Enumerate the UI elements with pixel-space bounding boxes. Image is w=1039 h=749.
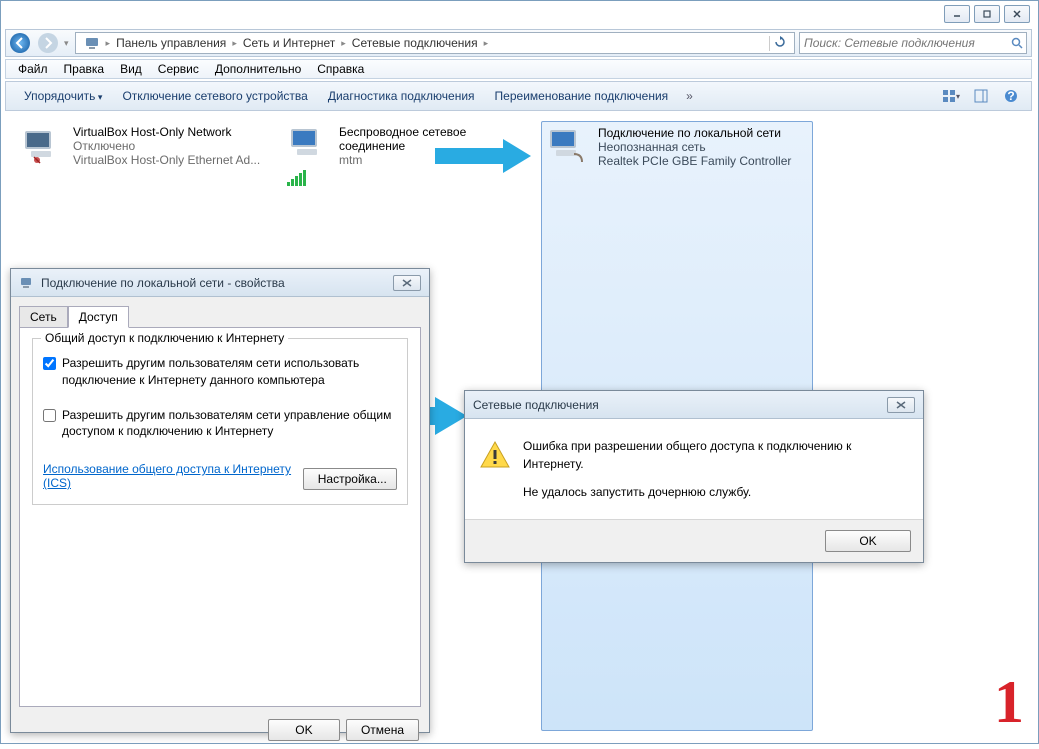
error-text-2: Не удалось запустить дочернюю службу. xyxy=(523,483,909,501)
close-button[interactable] xyxy=(393,275,421,291)
rename-button[interactable]: Переименование подключения xyxy=(485,85,679,107)
diagnose-button[interactable]: Диагностика подключения xyxy=(318,85,485,107)
search-icon xyxy=(1008,37,1026,49)
command-toolbar: Упорядочить Отключение сетевого устройст… xyxy=(5,81,1032,111)
network-adapter-icon xyxy=(546,126,588,166)
connection-name: Подключение по локальной сети xyxy=(598,126,791,140)
chevron-right-icon: ▸ xyxy=(230,38,239,49)
refresh-button[interactable] xyxy=(769,36,790,51)
navigation-bar: ▾ ▸ Панель управления ▸ Сеть и Интернет … xyxy=(5,29,1032,57)
help-button[interactable]: ? xyxy=(999,85,1023,107)
cancel-button[interactable]: Отмена xyxy=(346,719,419,741)
disable-device-button[interactable]: Отключение сетевого устройства xyxy=(112,85,317,107)
dialog-title: Сетевые подключения xyxy=(473,398,887,412)
allow-control-checkbox[interactable] xyxy=(43,409,56,422)
menu-edit[interactable]: Правка xyxy=(58,60,111,78)
network-icon xyxy=(19,275,35,291)
close-button[interactable] xyxy=(887,397,915,413)
dialog-title: Подключение по локальной сети - свойства xyxy=(41,276,393,290)
view-options-button[interactable]: ▾ xyxy=(939,85,963,107)
ok-button[interactable]: OK xyxy=(825,530,911,552)
properties-dialog: Подключение по локальной сети - свойства… xyxy=(10,268,430,733)
warning-icon xyxy=(479,439,511,471)
signal-strength-icon xyxy=(287,172,329,186)
chevron-right-icon: ▸ xyxy=(339,38,348,49)
search-box[interactable] xyxy=(799,32,1027,54)
svg-text:?: ? xyxy=(1007,89,1014,103)
tab-access[interactable]: Доступ xyxy=(68,306,129,328)
menu-tools[interactable]: Сервис xyxy=(152,60,205,78)
network-adapter-icon xyxy=(287,125,329,165)
organize-button[interactable]: Упорядочить xyxy=(14,85,112,107)
maximize-button[interactable] xyxy=(974,5,1000,23)
group-title: Общий доступ к подключению к Интернету xyxy=(41,331,288,345)
close-button[interactable] xyxy=(1004,5,1030,23)
window-controls xyxy=(944,5,1030,23)
menu-view[interactable]: Вид xyxy=(114,60,148,78)
network-adapter-icon xyxy=(21,125,63,165)
minimize-button[interactable] xyxy=(944,5,970,23)
forward-button[interactable] xyxy=(34,30,62,56)
menu-bar: Файл Правка Вид Сервис Дополнительно Спр… xyxy=(5,59,1032,79)
connection-device: Realtek PCIe GBE Family Controller xyxy=(598,154,791,168)
allow-control-label: Разрешить другим пользователям сети упра… xyxy=(62,407,397,441)
menu-help[interactable]: Справка xyxy=(311,60,370,78)
breadcrumb-item[interactable]: Сеть и Интернет xyxy=(239,36,339,50)
allow-share-label: Разрешить другим пользователям сети испо… xyxy=(62,355,397,389)
breadcrumb-item[interactable]: Сетевые подключения xyxy=(348,36,482,50)
error-dialog: Сетевые подключения Ошибка при разрешени… xyxy=(464,390,924,563)
connection-status: Неопознанная сеть xyxy=(598,140,791,154)
ics-help-link[interactable]: Использование общего доступа к Интернету… xyxy=(43,462,303,490)
back-button[interactable] xyxy=(6,30,34,56)
search-input[interactable] xyxy=(800,36,1008,50)
menu-advanced[interactable]: Дополнительно xyxy=(209,60,307,78)
connection-status: Отключено xyxy=(73,139,260,153)
chevron-right-icon: ▸ xyxy=(482,38,491,49)
connection-name: VirtualBox Host-Only Network xyxy=(73,125,260,139)
tab-content: Общий доступ к подключению к Интернету Р… xyxy=(19,327,421,707)
ics-group: Общий доступ к подключению к Интернету Р… xyxy=(32,338,408,505)
breadcrumb[interactable]: ▸ Панель управления ▸ Сеть и Интернет ▸ … xyxy=(75,32,795,54)
connection-device: VirtualBox Host-Only Ethernet Ad... xyxy=(73,153,260,167)
error-text-1: Ошибка при разрешении общего доступа к п… xyxy=(523,437,909,473)
menu-file[interactable]: Файл xyxy=(12,60,54,78)
allow-share-checkbox[interactable] xyxy=(43,357,56,370)
breadcrumb-item[interactable]: Панель управления xyxy=(112,36,230,50)
overflow-button[interactable]: » xyxy=(678,89,701,103)
preview-pane-button[interactable] xyxy=(969,85,993,107)
chevron-right-icon: ▸ xyxy=(104,38,113,49)
dialog-titlebar[interactable]: Сетевые подключения xyxy=(465,391,923,419)
annotation-number: 1 xyxy=(994,668,1024,737)
tab-network[interactable]: Сеть xyxy=(19,306,68,328)
network-icon xyxy=(80,30,104,56)
dialog-titlebar[interactable]: Подключение по локальной сети - свойства xyxy=(11,269,429,297)
annotation-arrow xyxy=(435,139,531,173)
settings-button[interactable]: Настройка... xyxy=(303,468,397,490)
history-dropdown[interactable]: ▾ xyxy=(62,38,71,49)
ok-button[interactable]: OK xyxy=(268,719,340,741)
